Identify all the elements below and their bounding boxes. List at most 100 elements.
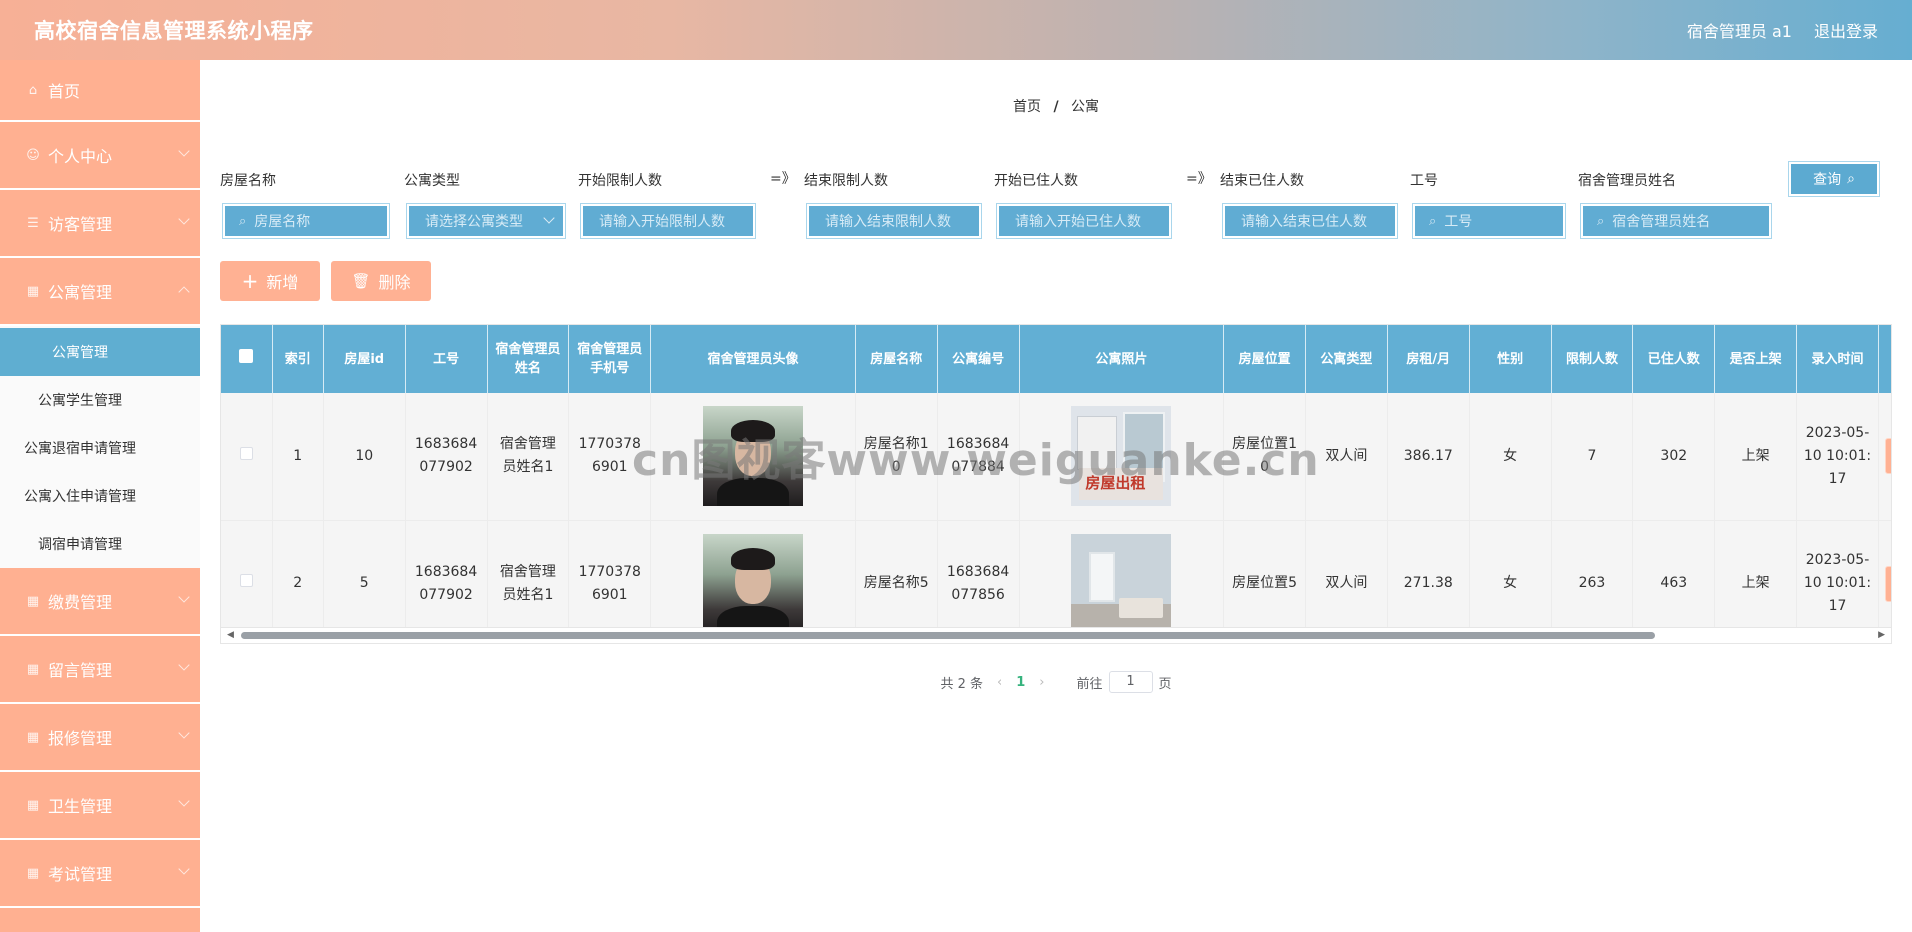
scroll-left-icon[interactable]: ◀ bbox=[227, 628, 234, 642]
submenu-item-checkin-requests[interactable]: 公寓入住申请管理 bbox=[0, 472, 200, 520]
chevron-down-icon bbox=[178, 795, 190, 807]
query-button[interactable]: 查询 ⌕ bbox=[1788, 161, 1880, 197]
pagination: 共 2 条 ‹ 1 › 前往 1 页 bbox=[200, 671, 1912, 693]
cell-location: 房屋位置5 bbox=[1223, 520, 1306, 627]
sidebar-item-visitors[interactable]: ☰ 访客管理 bbox=[0, 190, 200, 258]
poster-text: 房屋出租 bbox=[1085, 474, 1146, 493]
cell-house-id: 10 bbox=[323, 393, 406, 521]
cell-manager: 宿舍管理员姓名1 bbox=[487, 520, 570, 627]
chevron-down-icon bbox=[178, 145, 190, 157]
column-header: 宿舍管理员手机号 bbox=[568, 325, 652, 393]
detail-button[interactable]: ▤ bbox=[1884, 438, 1891, 475]
top-header: 高校宿舍信息管理系统小程序 宿舍管理员 a1 退出登录 bbox=[0, 0, 1912, 60]
scroll-right-icon[interactable]: ▶ bbox=[1878, 628, 1885, 642]
submenu-item-transfer-requests[interactable]: 调宿申请管理 bbox=[0, 520, 200, 568]
filter-label-type: 公寓类型 bbox=[404, 173, 460, 189]
cell-index: 1 bbox=[272, 393, 324, 521]
column-header: 录入时间 bbox=[1796, 325, 1879, 393]
horizontal-scrollbar[interactable]: ◀ ▶ bbox=[220, 628, 1892, 644]
sidebar-item-repairs[interactable]: ▦ 报修管理 bbox=[0, 704, 200, 772]
total-count: 共 2 条 bbox=[940, 676, 984, 692]
chevron-down-icon bbox=[543, 212, 555, 224]
cell-living: 463 bbox=[1632, 520, 1716, 627]
detail-button[interactable]: ▤ bbox=[1884, 565, 1891, 602]
cell-apt-photo bbox=[1019, 520, 1225, 627]
sidebar-item-more[interactable] bbox=[0, 908, 200, 932]
chevron-up-icon bbox=[178, 286, 190, 298]
column-header: 性别 bbox=[1469, 325, 1552, 393]
logout-link[interactable]: 退出登录 bbox=[1814, 18, 1878, 42]
manager-name-input[interactable]: ⌕ 宿舍管理员姓名 bbox=[1580, 203, 1772, 239]
start-living-input[interactable]: 请输入开始已住人数 bbox=[996, 203, 1172, 239]
header-actions: 宿舍管理员 a1 退出登录 bbox=[1687, 18, 1878, 42]
cell-apt-photo: 房屋出租 bbox=[1019, 393, 1225, 521]
input-placeholder: 请输入结束已住人数 bbox=[1241, 214, 1367, 230]
sidebar-item-payments[interactable]: ▦ 缴费管理 bbox=[0, 568, 200, 636]
page-number[interactable]: 1 bbox=[1016, 675, 1025, 690]
main-content: 首页 / 公寓 房屋名称 公寓类型 开始限制人数 =》 结束限制人数 开始已住人… bbox=[200, 60, 1912, 932]
submenu-item-apartment-students[interactable]: 公寓学生管理 bbox=[0, 376, 200, 424]
current-user[interactable]: 宿舍管理员 a1 bbox=[1687, 18, 1792, 42]
cell-limit: 7 bbox=[1551, 393, 1634, 521]
cell-house-id: 5 bbox=[323, 520, 406, 627]
cell-index: 2 bbox=[272, 520, 324, 627]
filter-label-end-limit: 结束限制人数 bbox=[804, 173, 888, 189]
column-header: 索引 bbox=[272, 325, 324, 393]
column-header: 限制人数 bbox=[1551, 325, 1634, 393]
user-icon: ☺ bbox=[26, 147, 40, 163]
cell-gender: 女 bbox=[1469, 393, 1552, 521]
sidebar-item-apartments[interactable]: ▦ 公寓管理 bbox=[0, 258, 200, 326]
app-title: 高校宿舍信息管理系统小程序 bbox=[34, 19, 314, 43]
filter-label-start-living: 开始已住人数 bbox=[994, 173, 1078, 189]
house-name-input[interactable]: ⌕ 房屋名称 bbox=[222, 203, 390, 239]
breadcrumb-home[interactable]: 首页 bbox=[1013, 99, 1041, 115]
cell-type: 双人间 bbox=[1305, 520, 1388, 627]
add-button[interactable]: + 新增 bbox=[220, 261, 320, 301]
sidebar-item-exams[interactable]: ▦ 考试管理 bbox=[0, 840, 200, 908]
sidebar-item-profile[interactable]: ☺ 个人中心 bbox=[0, 122, 200, 190]
scrollbar-thumb[interactable] bbox=[241, 632, 1655, 639]
start-limit-input[interactable]: 请输入开始限制人数 bbox=[580, 203, 756, 239]
column-header: 房屋名称 bbox=[855, 325, 938, 393]
input-placeholder: 宿舍管理员姓名 bbox=[1612, 214, 1711, 230]
cell-location: 房屋位置10 bbox=[1223, 393, 1306, 521]
column-header: 房租/月 bbox=[1387, 325, 1470, 393]
sidebar-item-label: 个人中心 bbox=[48, 147, 113, 166]
select-all-checkbox[interactable] bbox=[221, 325, 273, 393]
cell-job-no: 1683684077902 bbox=[405, 520, 488, 627]
cell-on-shelf: 上架 bbox=[1714, 520, 1798, 627]
submenu-item-apartment-manage[interactable]: 公寓管理 bbox=[0, 328, 200, 376]
column-header: 工号 bbox=[405, 325, 488, 393]
chevron-down-icon bbox=[178, 727, 190, 739]
next-page-icon[interactable]: › bbox=[1039, 675, 1044, 690]
end-limit-input[interactable]: 请输入结束限制人数 bbox=[806, 203, 982, 239]
sidebar-item-home[interactable]: ⌂ 首页 bbox=[0, 60, 200, 122]
submenu-item-checkout-requests[interactable]: 公寓退宿申请管理 bbox=[0, 424, 200, 472]
table-row: 2 5 1683684077902 宿舍管理员姓名1 17703786901 房… bbox=[221, 520, 1891, 627]
cell-time: 2023-05-10 10:01:17 bbox=[1796, 393, 1879, 521]
sidebar-item-label: 缴费管理 bbox=[48, 593, 113, 612]
end-living-input[interactable]: 请输入结束已住人数 bbox=[1222, 203, 1398, 239]
filter-label-house-name: 房屋名称 bbox=[220, 173, 276, 189]
search-icon: ⌕ bbox=[1847, 171, 1855, 187]
sidebar-item-messages[interactable]: ▦ 留言管理 bbox=[0, 636, 200, 704]
page-jump-input[interactable]: 1 bbox=[1108, 671, 1153, 693]
input-placeholder: 房屋名称 bbox=[254, 214, 311, 230]
sidebar-item-label: 报修管理 bbox=[48, 729, 113, 748]
apartment-icon: ▦ bbox=[26, 283, 40, 299]
row-checkbox[interactable] bbox=[221, 393, 273, 521]
list-icon: ☰ bbox=[27, 215, 39, 231]
column-header: 房屋id bbox=[323, 325, 406, 393]
cell-avatar bbox=[650, 520, 856, 627]
table-header-row: 索引 房屋id 工号 宿舍管理员姓名 宿舍管理员手机号 宿舍管理员头像 房屋名称… bbox=[221, 325, 1891, 393]
page-jump: 前往 1 页 bbox=[1076, 671, 1172, 693]
cell-type: 双人间 bbox=[1305, 393, 1388, 521]
sidebar-item-hygiene[interactable]: ▦ 卫生管理 bbox=[0, 772, 200, 840]
job-no-input[interactable]: ⌕ 工号 bbox=[1412, 203, 1566, 239]
row-checkbox[interactable] bbox=[221, 520, 273, 627]
delete-button[interactable]: 🗑 删除 bbox=[331, 261, 431, 301]
apartment-type-select[interactable]: 请选择公寓类型 bbox=[406, 203, 566, 239]
filter-label-end-living: 结束已住人数 bbox=[1220, 173, 1304, 189]
breadcrumb: 首页 / 公寓 bbox=[200, 96, 1912, 116]
prev-page-icon[interactable]: ‹ bbox=[997, 675, 1002, 690]
